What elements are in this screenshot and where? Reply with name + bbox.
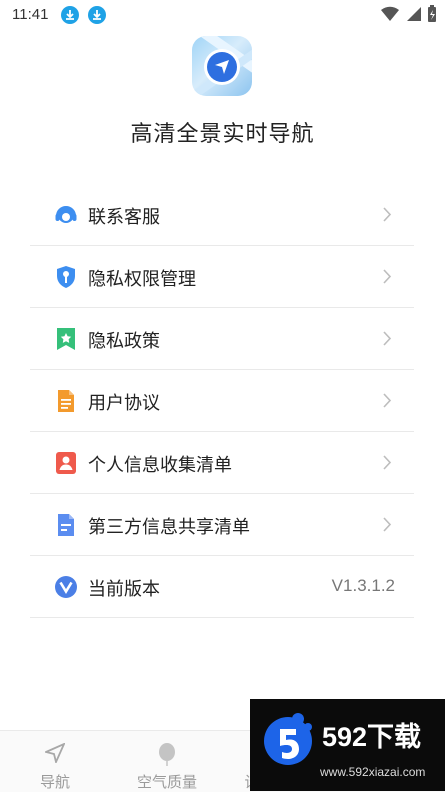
tab-air-quality[interactable]: 空气质量 bbox=[122, 731, 212, 792]
menu-item-label: 隐私权限管理 bbox=[88, 269, 196, 290]
version-number: V1.3.1.2 bbox=[331, 576, 395, 595]
chevron-right-icon bbox=[383, 455, 392, 470]
chevron-right-icon bbox=[383, 393, 392, 408]
battery-icon bbox=[428, 5, 436, 22]
status-bar: 11:41 bbox=[0, 0, 445, 30]
menu-item-contact-support[interactable]: 联系客服 bbox=[30, 184, 414, 246]
app-title: 高清全景实时导航 bbox=[130, 122, 315, 147]
chevron-right-icon bbox=[383, 269, 392, 284]
balloon-icon bbox=[159, 743, 175, 766]
navigation-arrow-icon bbox=[45, 743, 65, 763]
wifi-icon bbox=[381, 6, 399, 22]
menu-item-third-party-sharing[interactable]: 第三方信息共享清单 bbox=[30, 494, 414, 556]
watermark-brand: 592下载 bbox=[322, 722, 422, 752]
download-notification-icon bbox=[88, 6, 106, 24]
menu-item-label: 隐私政策 bbox=[88, 331, 160, 352]
menu-item-label: 个人信息收集清单 bbox=[88, 455, 232, 476]
menu-item-user-agreement[interactable]: 用户协议 bbox=[30, 370, 414, 432]
menu-item-label: 当前版本 bbox=[88, 579, 160, 600]
signal-icon bbox=[407, 7, 421, 21]
person-card-icon bbox=[56, 452, 76, 474]
tab-label: 空气质量 bbox=[136, 773, 197, 791]
watermark-logo-icon bbox=[264, 713, 312, 765]
site-watermark: 592下载 www.592xiazai.com bbox=[250, 699, 445, 791]
menu-item-current-version[interactable]: 当前版本 V1.3.1.2 bbox=[30, 556, 414, 618]
menu-item-label: 第三方信息共享清单 bbox=[88, 517, 250, 538]
document-icon bbox=[58, 390, 74, 412]
menu-item-label: 用户协议 bbox=[88, 393, 160, 414]
download-notification-icon bbox=[61, 6, 79, 24]
bookmark-star-icon bbox=[57, 328, 75, 350]
tab-navigation[interactable]: 导航 bbox=[20, 731, 90, 792]
shield-key-icon bbox=[57, 266, 75, 288]
menu-item-privacy-permissions[interactable]: 隐私权限管理 bbox=[30, 246, 414, 308]
tab-label: 导航 bbox=[39, 773, 70, 791]
settings-menu: 联系客服 隐私权限管理 隐私政策 用户协议 个人信息收集清单 第三方信息共享清单… bbox=[30, 184, 414, 618]
menu-item-privacy-policy[interactable]: 隐私政策 bbox=[30, 308, 414, 370]
chevron-right-icon bbox=[383, 331, 392, 346]
chevron-right-icon bbox=[383, 207, 392, 222]
app-logo bbox=[192, 36, 252, 96]
list-document-icon bbox=[58, 514, 74, 536]
headset-icon bbox=[55, 206, 77, 223]
chevron-right-icon bbox=[383, 517, 392, 532]
version-v-icon bbox=[55, 576, 77, 598]
status-time: 11:41 bbox=[12, 6, 49, 23]
menu-item-label: 联系客服 bbox=[88, 207, 160, 228]
menu-item-personal-info-list[interactable]: 个人信息收集清单 bbox=[30, 432, 414, 494]
watermark-url: www.592xiazai.com bbox=[320, 765, 426, 779]
